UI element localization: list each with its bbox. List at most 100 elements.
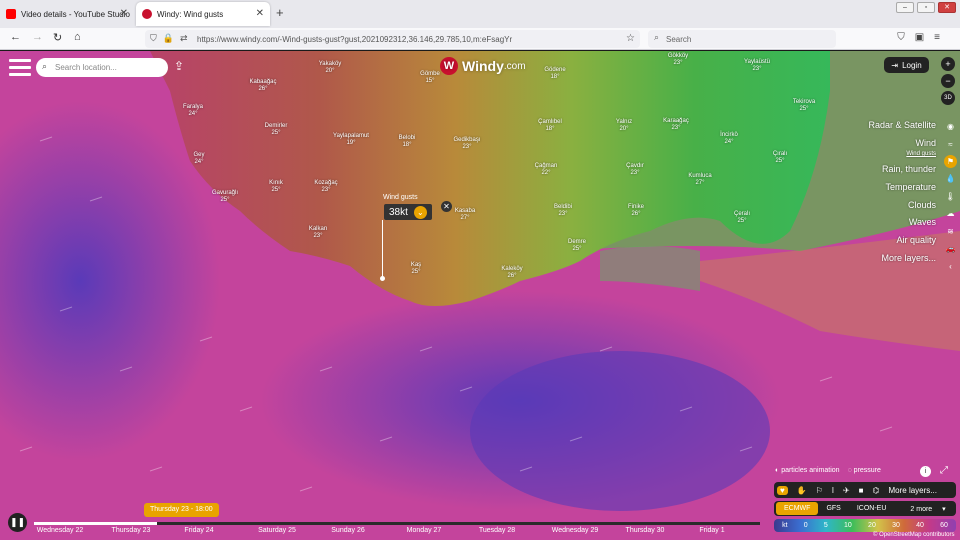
model-icon-eu[interactable]: ICON-EU — [849, 505, 895, 512]
more-layers-link[interactable]: More layers... — [889, 486, 937, 495]
favorite-heart-icon[interactable]: ♥ — [777, 485, 788, 495]
timeline-day[interactable]: Friday 24 — [184, 527, 213, 534]
forward-icon[interactable]: → — [32, 31, 43, 43]
camera-icon[interactable]: ■ — [859, 486, 864, 495]
view-3d-button[interactable]: 3D — [941, 91, 955, 105]
model-more[interactable]: 2 more ▾ — [894, 505, 953, 513]
extensions-menu-icon[interactable]: ⛉▣≡ — [897, 32, 950, 43]
city-label[interactable]: Çıralı 25° — [773, 151, 787, 165]
hands-icon[interactable]: ✋ — [797, 486, 807, 495]
timeline-day[interactable]: Sunday 26 — [331, 527, 364, 534]
city-label[interactable]: Kumluca 27° — [688, 173, 711, 187]
city-label[interactable]: Çamlıbel 18° — [538, 119, 562, 133]
city-label[interactable]: Çeralı 25° — [734, 211, 750, 225]
reload-icon[interactable]: ↻ — [53, 31, 62, 44]
close-tab-icon[interactable]: ✕ — [256, 8, 264, 19]
city-label[interactable]: Demirler 25° — [265, 123, 288, 137]
city-label[interactable]: Gey 24° — [193, 152, 204, 166]
city-label[interactable]: Yalnız 20° — [616, 119, 632, 133]
city-label[interactable]: Demre 25° — [568, 239, 586, 253]
home-icon[interactable]: ⌂ — [74, 31, 81, 43]
city-label[interactable]: Çağman 22° — [535, 163, 558, 177]
city-label[interactable]: Kalkan 23° — [309, 226, 327, 240]
fullscreen-icon[interactable]: ⤢ — [940, 465, 948, 476]
info-icon[interactable]: i — [920, 466, 931, 477]
timeline-day[interactable]: Thursday 30 — [626, 527, 665, 534]
waves-icon[interactable]: ≋ — [944, 223, 957, 241]
layer-radar-satellite[interactable]: Radar & Satellite — [868, 117, 936, 135]
maximize-icon[interactable]: ▫ — [917, 2, 935, 13]
zoom-out-button[interactable]: − — [941, 74, 955, 88]
timeline-day[interactable]: Wednesday 22 — [37, 527, 84, 534]
city-label[interactable]: Kasaba 27° — [455, 208, 475, 222]
city-label[interactable]: Çavdır 23° — [626, 163, 644, 177]
chevron-down-icon[interactable]: ⌄ — [413, 205, 427, 219]
wifi-icon[interactable]: ⌬ — [873, 486, 880, 495]
windy-map[interactable]: ⌕ Search location... ⇪ W Windy .com ⇥ Log… — [0, 51, 960, 540]
picker-value-box[interactable]: 38kt ⌄ — [384, 204, 432, 220]
layer-waves[interactable]: Waves — [868, 214, 936, 232]
particles-toggle[interactable]: ◐ particles animation — [775, 467, 840, 474]
picker-close-icon[interactable]: ✕ — [441, 201, 452, 212]
layer-rain-thunder[interactable]: Rain, thunder — [868, 161, 936, 179]
layer-temperature[interactable]: Temperature — [868, 179, 936, 197]
city-label[interactable]: Gökköy 23° — [668, 53, 688, 67]
city-label[interactable]: Finike 26° — [628, 204, 644, 218]
city-label[interactable]: Beldibi 23° — [554, 204, 572, 218]
tab-youtube-studio[interactable]: Video details - YouTube Studio ✕ — [0, 2, 134, 26]
model-gfs[interactable]: GFS — [818, 505, 848, 512]
tab-windy[interactable]: Windy: Wind gusts ✕ — [136, 2, 270, 26]
satellite-icon[interactable]: ◉ — [944, 118, 957, 136]
city-label[interactable]: Yakaköy 20° — [319, 61, 342, 75]
window-close-icon[interactable]: ✕ — [938, 2, 956, 13]
city-label[interactable]: Kozağaç 23° — [314, 180, 337, 194]
layer-clouds[interactable]: Clouds — [868, 197, 936, 215]
layer-wind-gusts[interactable]: Wind gusts — [868, 149, 936, 159]
address-bar[interactable]: https://www.windy.com/-Wind-gusts-gust?g… — [145, 30, 640, 48]
legend-unit[interactable]: kt — [782, 522, 787, 529]
new-tab-icon[interactable]: + — [276, 5, 284, 20]
gust-icon[interactable]: ⚑ — [944, 155, 957, 168]
city-label[interactable]: Faralya 24° — [183, 104, 203, 118]
picker-point[interactable] — [380, 276, 385, 281]
timeline-day[interactable]: Friday 1 — [699, 527, 724, 534]
city-label[interactable]: Kınık 25° — [269, 180, 283, 194]
city-label[interactable]: Tekirova 25° — [793, 99, 815, 113]
windy-logo[interactable]: W Windy .com — [440, 57, 526, 75]
pressure-toggle[interactable]: ◌ pressure — [848, 467, 881, 474]
zoom-in-button[interactable]: + — [941, 57, 955, 71]
timeline-current-time[interactable]: Thursday 23 - 18:00 — [144, 503, 219, 517]
back-icon[interactable]: ← — [10, 31, 21, 43]
timeline-day[interactable]: Monday 27 — [407, 527, 442, 534]
city-label[interactable]: Kabaağaç 26° — [249, 79, 276, 93]
model-ecmwf[interactable]: ECMWF — [776, 502, 819, 515]
cloud-icon[interactable]: ☁ — [944, 205, 957, 223]
city-label[interactable]: Belobi 18° — [399, 135, 416, 149]
wind-icon[interactable]: ≈ — [944, 136, 957, 154]
bookmark-star-icon[interactable]: ☆ — [626, 33, 635, 44]
location-search-input[interactable]: ⌕ Search location... — [36, 58, 168, 77]
timeline-day[interactable]: Tuesday 28 — [479, 527, 515, 534]
city-label[interactable]: Gavurağlı 25° — [212, 190, 238, 204]
city-label[interactable]: Karaağaç 23° — [663, 118, 689, 132]
plane-icon[interactable]: ✈ — [843, 486, 850, 495]
city-label[interactable]: İncirkö 24° — [720, 132, 738, 146]
layer-air-quality[interactable]: Air quality — [868, 232, 936, 250]
timeline-day[interactable]: Thursday 23 — [112, 527, 151, 534]
city-label[interactable]: Yaylaüstü 23° — [744, 59, 770, 73]
share-icon[interactable]: ⇪ — [174, 59, 184, 73]
minimize-icon[interactable]: – — [896, 2, 914, 13]
timeline-day[interactable]: Wednesday 29 — [552, 527, 599, 534]
chevron-left-icon[interactable]: ‹ — [944, 258, 957, 276]
thermometer-icon[interactable]: 🌡 — [944, 188, 957, 206]
close-tab-icon[interactable]: ✕ — [120, 8, 128, 19]
city-label[interactable]: Kaleköy 26° — [501, 266, 522, 280]
menu-icon[interactable] — [9, 59, 31, 77]
login-button[interactable]: ⇥ Login — [884, 57, 929, 73]
city-label[interactable]: Gödene 18° — [544, 67, 565, 81]
car-icon[interactable]: 🚗 — [944, 240, 957, 258]
rain-icon[interactable]: 💧 — [944, 170, 957, 188]
timeline-day[interactable]: Saturday 25 — [258, 527, 296, 534]
city-label[interactable]: Kaş 25° — [411, 262, 421, 276]
browser-search-field[interactable]: ⌕ Search — [648, 30, 836, 48]
